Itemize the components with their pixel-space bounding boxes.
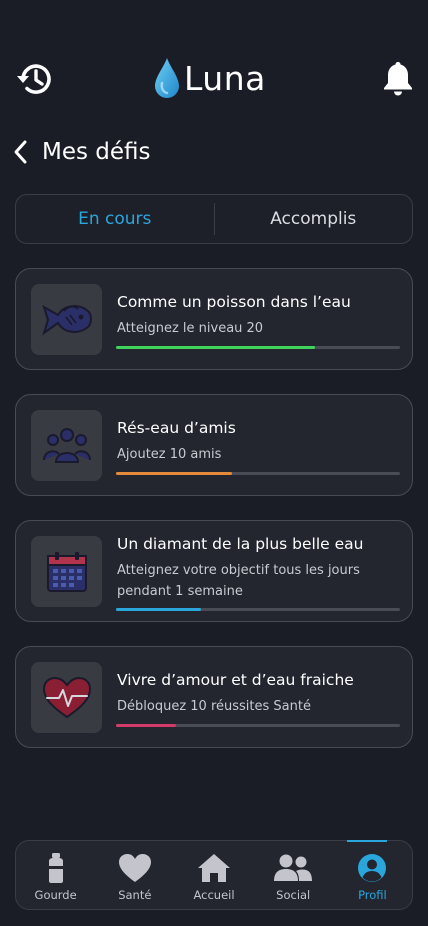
- water-drop-icon: [154, 57, 180, 99]
- home-icon: [197, 851, 231, 885]
- progress-fill: [116, 724, 176, 727]
- history-icon[interactable]: [15, 59, 55, 99]
- progress-fill: [116, 608, 202, 611]
- active-tab-indicator: [346, 840, 387, 842]
- nav-label: Profil: [358, 888, 387, 902]
- tab-accomplis[interactable]: Accomplis: [215, 209, 413, 229]
- challenge-progress: [116, 346, 400, 349]
- challenge-subtitle: Atteignez votre objectif tous les jours …: [117, 563, 360, 599]
- bell-icon[interactable]: [382, 60, 414, 96]
- challenge-title: Comme un poisson dans l’eau: [117, 293, 351, 311]
- nav-item-sante[interactable]: Santé: [95, 841, 174, 909]
- challenge-progress: [116, 472, 400, 475]
- challenge-tabs: En cours Accomplis: [15, 194, 413, 244]
- challenge-title: Rés-eau d’amis: [117, 419, 236, 437]
- nav-label: Accueil: [193, 888, 235, 902]
- chevron-left-icon[interactable]: [12, 138, 32, 166]
- nav-label: Santé: [118, 888, 152, 902]
- challenge-card[interactable]: Rés-eau d’amis Ajoutez 10 amis: [15, 394, 413, 496]
- nav-item-accueil[interactable]: Accueil: [174, 841, 253, 909]
- challenge-subtitle: Débloquez 10 réussites Santé: [117, 699, 311, 714]
- challenge-title: Un diamant de la plus belle eau: [117, 535, 364, 553]
- challenge-progress: [116, 724, 400, 727]
- challenge-subtitle: Atteignez le niveau 20: [117, 321, 264, 336]
- top-bar: Luna: [0, 56, 428, 100]
- nav-item-gourde[interactable]: Gourde: [16, 841, 95, 909]
- calendar-icon: [31, 536, 102, 607]
- app-logo: Luna: [154, 56, 266, 100]
- fish-icon: [31, 284, 102, 355]
- bottom-nav: Gourde Santé Accueil Social Profil: [15, 840, 413, 910]
- progress-fill: [116, 472, 233, 475]
- heart-pulse-icon: [31, 662, 102, 733]
- app-name: Luna: [184, 58, 266, 98]
- challenge-card[interactable]: Un diamant de la plus belle eau Atteigne…: [15, 520, 413, 622]
- nav-label: Social: [276, 888, 311, 902]
- challenge-card[interactable]: Comme un poisson dans l’eau Atteignez le…: [15, 268, 413, 370]
- bottle-icon: [45, 851, 67, 885]
- challenge-card[interactable]: Vivre d’amour et d’eau fraiche Débloquez…: [15, 646, 413, 748]
- heart-icon: [118, 851, 152, 885]
- challenge-progress: [116, 608, 400, 611]
- nav-item-social[interactable]: Social: [254, 841, 333, 909]
- page-title: Mes défis: [42, 139, 151, 165]
- friends-group-icon: [31, 410, 102, 481]
- page-header: Mes défis: [12, 136, 151, 168]
- profile-icon: [357, 851, 387, 885]
- tab-en-cours[interactable]: En cours: [16, 209, 214, 229]
- challenge-subtitle: Ajoutez 10 amis: [117, 447, 222, 462]
- nav-label: Gourde: [34, 888, 77, 902]
- challenge-title: Vivre d’amour et d’eau fraiche: [117, 671, 354, 689]
- nav-item-profil[interactable]: Profil: [333, 840, 412, 909]
- users-icon: [273, 851, 313, 885]
- progress-fill: [116, 346, 315, 349]
